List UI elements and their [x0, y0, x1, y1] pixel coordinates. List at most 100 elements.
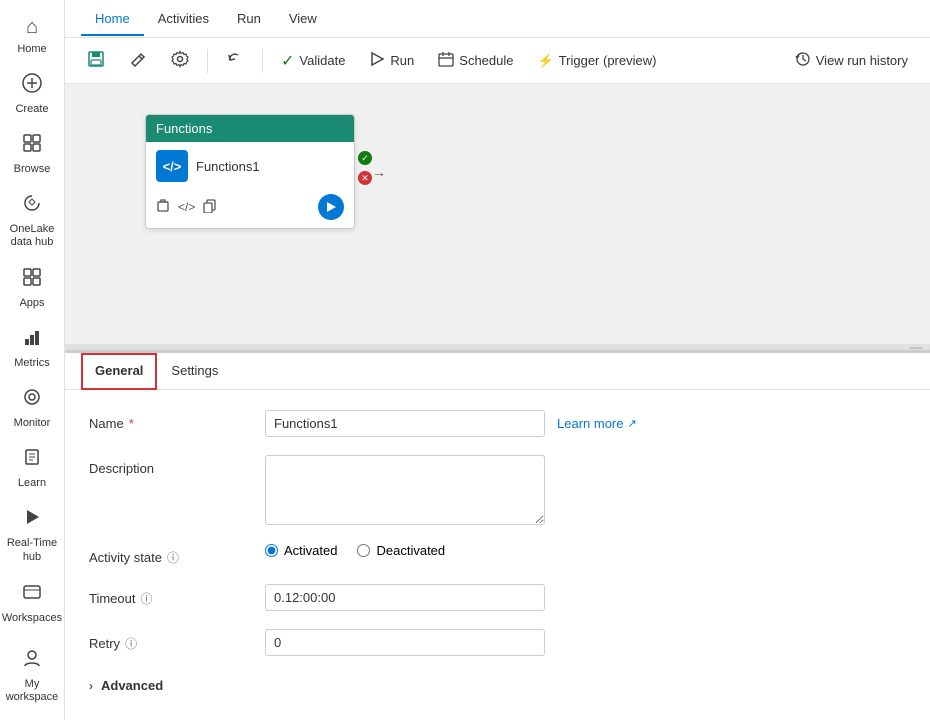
sidebar-item-label: Apps	[19, 297, 44, 309]
validate-icon: ✓	[281, 51, 294, 71]
validate-label: Validate	[299, 53, 345, 68]
description-row: Description	[89, 455, 906, 525]
advanced-row: › Advanced	[89, 674, 906, 697]
activity-state-info-icon[interactable]: ⓘ	[167, 549, 179, 566]
trigger-icon: ⚡	[538, 53, 554, 69]
top-navigation: Home Activities Run View	[65, 0, 930, 38]
gear-icon	[171, 50, 189, 71]
timeout-row: Timeout ⓘ	[89, 584, 906, 611]
sidebar-item-label: Monitor	[14, 417, 51, 429]
error-indicator: ✕	[358, 171, 372, 185]
activity-name-label: Functions1	[196, 159, 260, 174]
sidebar-item-workspaces[interactable]: Workspaces	[2, 574, 62, 632]
timeout-input[interactable]	[265, 584, 545, 611]
activity-state-control-area: Activated Deactivated	[265, 543, 906, 558]
onelake-icon	[22, 193, 42, 219]
tab-view[interactable]: View	[275, 3, 331, 36]
run-button[interactable]: Run	[359, 46, 424, 75]
pipeline-canvas[interactable]: Functions </> Functions1 </>	[65, 84, 930, 344]
retry-control-area	[265, 629, 906, 656]
trigger-label: Trigger (preview)	[559, 53, 657, 68]
sidebar-item-metrics[interactable]: Metrics	[2, 319, 62, 377]
description-input[interactable]	[265, 455, 545, 525]
deactivated-radio-label[interactable]: Deactivated	[357, 543, 445, 558]
tab-activities[interactable]: Activities	[144, 3, 223, 36]
tab-settings[interactable]: Settings	[157, 353, 232, 390]
trigger-button[interactable]: ⚡ Trigger (preview)	[528, 48, 667, 74]
sidebar-item-monitor[interactable]: Monitor	[2, 379, 62, 437]
view-run-history-label: View run history	[816, 53, 908, 68]
activated-radio-label[interactable]: Activated	[265, 543, 337, 558]
timeout-info-icon[interactable]: ⓘ	[140, 590, 152, 607]
sidebar-item-onelake[interactable]: OneLakedata hub	[2, 185, 62, 257]
description-label: Description	[89, 455, 249, 476]
tab-general[interactable]: General	[81, 353, 157, 390]
sidebar-item-label: Workspaces	[2, 612, 62, 624]
retry-info-icon[interactable]: ⓘ	[125, 635, 137, 652]
main-content: Home Activities Run View	[65, 0, 930, 720]
sidebar-item-create[interactable]: Create	[2, 65, 62, 123]
browse-icon	[22, 133, 42, 159]
activity-card-header: Functions	[146, 115, 354, 142]
tab-run[interactable]: Run	[223, 3, 275, 36]
activity-card-functions: Functions </> Functions1 </>	[145, 114, 355, 229]
realtime-icon	[22, 507, 42, 533]
sidebar-item-label: Learn	[18, 477, 46, 489]
retry-input[interactable]	[265, 629, 545, 656]
retry-row: Retry ⓘ	[89, 629, 906, 656]
activity-state-radio-group: Activated Deactivated	[265, 543, 445, 558]
copy-icon[interactable]	[203, 199, 217, 216]
history-icon	[795, 51, 811, 70]
monitor-icon	[22, 387, 42, 413]
deactivated-radio[interactable]	[357, 544, 370, 557]
settings-button[interactable]	[161, 45, 199, 76]
sidebar-item-label: Metrics	[14, 357, 49, 369]
external-link-icon: ↗	[627, 417, 636, 430]
validate-button[interactable]: ✓ Validate	[271, 46, 355, 76]
panel-tabs: General Settings	[65, 353, 930, 390]
sidebar-item-realtime[interactable]: Real-Timehub	[2, 499, 62, 571]
go-button[interactable]	[318, 194, 344, 220]
undo-icon	[226, 50, 244, 71]
learn-more-link[interactable]: Learn more ↗	[557, 416, 637, 431]
sidebar-item-browse[interactable]: Browse	[2, 125, 62, 183]
edit-icon	[129, 50, 147, 71]
activity-state-label: Activity state ⓘ	[89, 543, 249, 566]
sidebar-item-label: Myworkspace	[6, 678, 59, 704]
sidebar-item-learn[interactable]: Learn	[2, 439, 62, 497]
schedule-button[interactable]: Schedule	[428, 46, 523, 75]
home-icon: ⌂	[26, 16, 38, 39]
sidebar-item-home[interactable]: ⌂ Home	[2, 8, 62, 63]
sidebar-item-my-workspace[interactable]: Myworkspace	[2, 640, 62, 712]
advanced-label: Advanced	[101, 678, 163, 693]
activity-type-label: Functions	[156, 121, 212, 136]
learn-icon	[22, 447, 42, 473]
sidebar-item-label: Browse	[14, 163, 51, 175]
schedule-icon	[438, 51, 454, 70]
edit-button[interactable]	[119, 45, 157, 76]
timeout-label: Timeout ⓘ	[89, 584, 249, 607]
sidebar: ⌂ Home Create Browse OneLakedata hub App…	[0, 0, 65, 720]
metrics-icon	[22, 327, 42, 353]
deactivated-label: Deactivated	[376, 543, 445, 558]
activated-radio[interactable]	[265, 544, 278, 557]
name-label: Name *	[89, 410, 249, 431]
sidebar-item-apps[interactable]: Apps	[2, 259, 62, 317]
tab-home[interactable]: Home	[81, 3, 144, 36]
sidebar-item-label: Create	[15, 103, 48, 115]
arrow-right: →	[372, 164, 386, 180]
save-button[interactable]	[77, 45, 115, 76]
code-icon[interactable]: </>	[178, 200, 195, 214]
advanced-section[interactable]: › Advanced	[89, 674, 163, 697]
name-input[interactable]	[265, 410, 545, 437]
schedule-label: Schedule	[459, 53, 513, 68]
run-label: Run	[390, 53, 414, 68]
separator-2	[262, 49, 263, 73]
undo-button[interactable]	[216, 45, 254, 76]
workspaces-icon	[22, 582, 42, 608]
create-icon	[22, 73, 42, 99]
apps-icon	[22, 267, 42, 293]
name-row: Name * Learn more ↗	[89, 410, 906, 437]
delete-icon[interactable]	[156, 199, 170, 216]
view-run-history-button[interactable]: View run history	[785, 46, 918, 75]
